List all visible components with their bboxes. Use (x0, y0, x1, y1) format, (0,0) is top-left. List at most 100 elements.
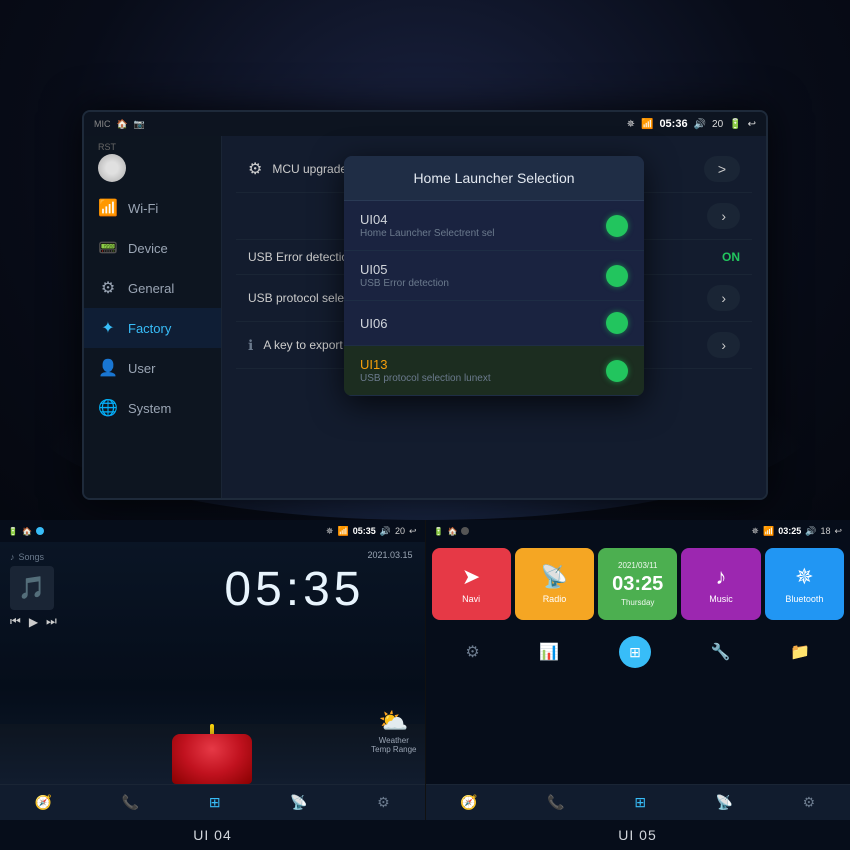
modal-ui04-label: UI04 (360, 212, 495, 227)
ui05-status-right: ✵ 📶 03:25 🔊 18 ↩ (751, 526, 842, 537)
ui05-dot (461, 527, 469, 535)
ui04-date: 2021.03.15 (367, 550, 412, 560)
modal-ui05-label: UI05 (360, 262, 449, 277)
ui04-bt-icon: ✵ (326, 526, 334, 537)
sidebar-item-system[interactable]: 🌐 System (84, 388, 221, 428)
app-tile-radio[interactable]: 📡 Radio (515, 548, 594, 620)
weather-sublabel: Temp Range (371, 745, 416, 754)
modal-title: Home Launcher Selection (344, 156, 644, 201)
ui05-settings-icon[interactable]: ⚙ (465, 642, 479, 662)
ui04-vol-icon: 🔊 (380, 526, 391, 537)
modal-ui05-toggle[interactable] (606, 265, 628, 287)
ui05-body: ➤ Navi 📡 Radio 2021/03/11 03:25 Thursday (426, 542, 850, 784)
panel-ui04: 🔋 🏠 ✵ 📶 05:35 🔊 20 ↩ (0, 520, 426, 820)
prev-button[interactable]: ⏮ (10, 614, 21, 629)
ui04-back-icon[interactable]: ↩ (409, 526, 417, 537)
sidebar-item-factory[interactable]: ✦ Factory (84, 308, 221, 348)
modal-ui04-sub: Home Launcher Selectrent sel (360, 228, 495, 239)
road (0, 724, 425, 784)
modal-ui13-toggle[interactable] (606, 360, 628, 382)
ui04-status-left: 🔋 🏠 (8, 527, 44, 536)
music-album-art: 🎵 (10, 566, 54, 610)
music-controls: ⏮ ▶ ⏭ (10, 614, 57, 629)
ui05-tools-icon[interactable]: 🔧 (711, 642, 731, 662)
music-app-label: Music (709, 594, 733, 604)
app-tile-navi[interactable]: ➤ Navi (432, 548, 511, 620)
bluetooth-app-icon: ✵ (795, 564, 813, 590)
music-label: ♪ Songs (10, 552, 57, 562)
music-app-icon: ♪ (716, 564, 727, 590)
battery-level: 20 (712, 119, 723, 130)
modal-ui04-toggle[interactable] (606, 215, 628, 237)
ui05-battery-num: 18 (820, 526, 830, 536)
navi-label: Navi (462, 594, 480, 604)
rst-label: RST (98, 142, 207, 152)
rst-area: RST (84, 136, 221, 188)
modal-ui05-left: UI05 USB Error detection (360, 262, 449, 289)
radio-icon: 📡 (541, 564, 568, 590)
ui05-bt-icon: ✵ (751, 526, 759, 537)
ui05-status-left: 🔋 🏠 (434, 527, 470, 536)
navi-icon: ➤ (462, 564, 480, 590)
ui05-apps-icon[interactable]: ⊞ (619, 636, 651, 668)
app-tile-bluetooth[interactable]: ✵ Bluetooth (765, 548, 844, 620)
rst-button[interactable] (98, 154, 126, 182)
modal-ui13-label: UI13 (360, 357, 491, 372)
ui04-battery-num: 20 (395, 526, 405, 536)
ui05-folder-icon[interactable]: 📁 (790, 642, 810, 662)
modal-overlay: Home Launcher Selection UI04 Home Launch… (222, 136, 766, 498)
modal-item-ui13[interactable]: UI13 USB protocol selection lunext (344, 346, 644, 396)
ui05-nav: 🧭 📞 ⊞ 📡 ⚙ (426, 784, 850, 820)
battery-icon: 🔋 (729, 119, 741, 130)
modal-item-ui04[interactable]: UI04 Home Launcher Selectrent sel (344, 201, 644, 251)
modal-item-ui05[interactable]: UI05 USB Error detection (344, 251, 644, 301)
ui04-home-icon: 🏠 (22, 527, 32, 536)
songs-label: Songs (19, 552, 45, 562)
modal-item-ui06[interactable]: UI06 (344, 301, 644, 346)
ui05-back-icon[interactable]: ↩ (834, 526, 842, 537)
ui04-nav: 🧭 📞 ⊞ 📡 ⚙ (0, 784, 425, 820)
modal-ui06-toggle[interactable] (606, 312, 628, 334)
status-bar: MIC 🏠 📷 ✵ 📶 05:36 🔊 20 🔋 ↩ (84, 112, 766, 136)
ui05-nav-radio[interactable]: 📡 (716, 794, 733, 811)
ui05-nav-phone[interactable]: 📞 (547, 794, 564, 811)
car-3d (172, 734, 252, 784)
ui05-nav-apps[interactable]: ⊞ (634, 794, 646, 811)
nav-phone-icon[interactable]: 📞 (122, 794, 139, 811)
sidebar: RST 📶 Wi-Fi 📟 Device ⚙ General ✦ Factory… (84, 136, 222, 498)
sidebar-item-user[interactable]: 👤 User (84, 348, 221, 388)
nav-settings-icon[interactable]: ⚙ (377, 794, 390, 811)
wifi-icon: 📶 (98, 198, 118, 218)
app-tile-clock[interactable]: 2021/03/11 03:25 Thursday (598, 548, 677, 620)
ui05-battery-icon: 🔋 (434, 527, 444, 536)
factory-icon: ✦ (98, 318, 118, 338)
clock-date: 2021/03/11 (618, 561, 657, 570)
sidebar-factory-label: Factory (128, 321, 171, 336)
ui05-status-bar: 🔋 🏠 ✵ 📶 03:25 🔊 18 ↩ (426, 520, 850, 542)
nav-apps-icon[interactable]: ⊞ (209, 794, 221, 811)
sidebar-item-wifi[interactable]: 📶 Wi-Fi (84, 188, 221, 228)
back-icon[interactable]: ↩ (748, 119, 756, 130)
ui05-chart-icon[interactable]: 📊 (539, 642, 559, 662)
music-note-icon: ♪ (10, 552, 15, 562)
ui04-dot (36, 527, 44, 535)
next-button[interactable]: ⏭ (46, 614, 57, 629)
nav-radio-icon[interactable]: 📡 (290, 794, 307, 811)
nav-map-icon[interactable]: 🧭 (35, 794, 52, 811)
ui05-nav-map[interactable]: 🧭 (460, 794, 477, 811)
ui05-nav-settings[interactable]: ⚙ (803, 794, 816, 811)
app-tile-music[interactable]: ♪ Music (681, 548, 760, 620)
volume-icon: 🔊 (694, 119, 706, 130)
ui05-home-icon: 🏠 (447, 527, 457, 536)
sidebar-item-device[interactable]: 📟 Device (84, 228, 221, 268)
sidebar-device-label: Device (128, 241, 168, 256)
status-right: ✵ 📶 05:36 🔊 20 🔋 ↩ (627, 118, 756, 130)
sidebar-item-general[interactable]: ⚙ General (84, 268, 221, 308)
weather-icon: ⛅ (371, 707, 416, 736)
play-button[interactable]: ▶ (29, 615, 38, 629)
ui04-wifi-icon: 📶 (337, 526, 348, 537)
ui04-top: ♪ Songs 🎵 ⏮ ▶ ⏭ 05:35 (0, 542, 425, 784)
panels-row: 🔋 🏠 ✵ 📶 05:35 🔊 20 ↩ (0, 520, 850, 820)
ui04-status-bar: 🔋 🏠 ✵ 📶 05:35 🔊 20 ↩ (0, 520, 425, 542)
ui04-battery-icon: 🔋 (8, 527, 18, 536)
